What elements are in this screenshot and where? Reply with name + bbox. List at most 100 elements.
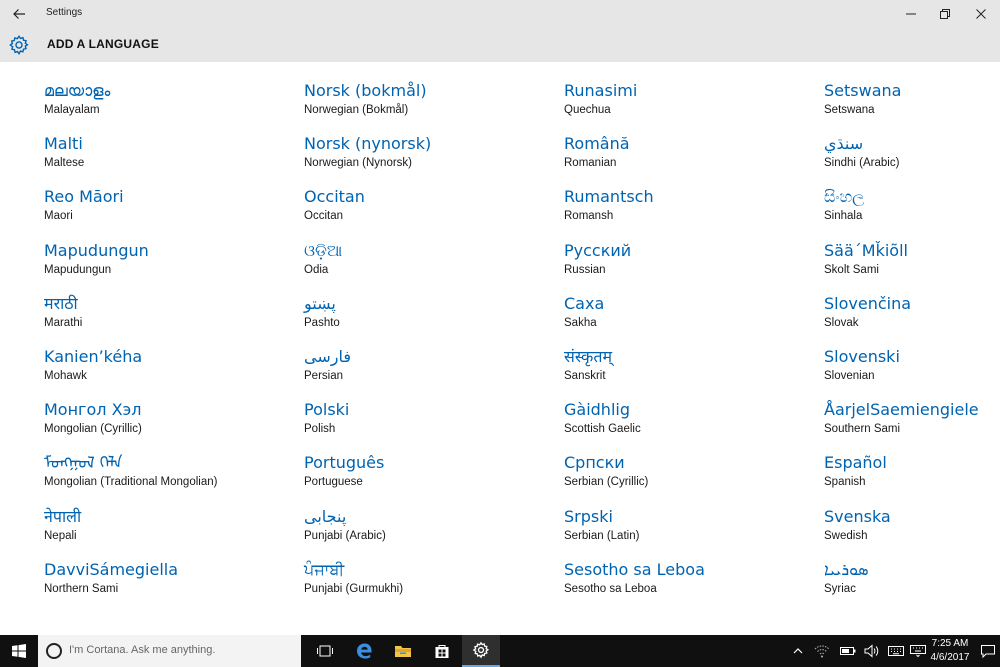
language-grid: മലയാളം Malayalam Malti Maltese Reo Māori Ma… [44, 80, 984, 620]
language-native-name: Русский [564, 240, 632, 260]
language-native-name: ᠮᠣᠩᠭᠣᠯ ᠬᠡᠯᠡ [44, 453, 123, 473]
action-center-button[interactable] [975, 635, 1000, 667]
network-button[interactable] [814, 643, 830, 659]
taskbar: I'm Cortana. Ask me anything. 7:25 AM 4/… [0, 635, 1000, 667]
start-button[interactable] [0, 635, 38, 667]
language-native-name: Саха [564, 293, 605, 313]
input-indicator-button[interactable] [888, 643, 904, 659]
language-native-name: Occitan [304, 187, 365, 207]
language-english-name: Persian [304, 369, 343, 382]
language-item[interactable]: Runasimi Quechua [564, 80, 824, 133]
settings-taskbar-button[interactable] [462, 635, 500, 667]
language-item[interactable]: Slovenčina Slovak [824, 293, 984, 346]
language-item[interactable]: پښتو Pashto [304, 293, 564, 346]
cortana-search-box[interactable]: I'm Cortana. Ask me anything. [38, 635, 301, 667]
language-item[interactable]: සිංහල Sinhala [824, 186, 984, 239]
language-item[interactable]: Setswana Setswana [824, 80, 984, 133]
language-english-name: Spanish [824, 476, 866, 489]
touch-keyboard-button[interactable] [910, 643, 926, 659]
language-english-name: Serbian (Latin) [564, 529, 640, 542]
restore-button[interactable] [926, 0, 964, 28]
language-native-name: پنجابی [304, 506, 347, 526]
language-native-name: Rumantsch [564, 187, 654, 207]
language-native-name: Slovenčina [824, 293, 912, 313]
language-item[interactable]: ଓଡ଼ିଆ Odia [304, 240, 564, 293]
battery-icon [840, 647, 856, 655]
language-item[interactable]: Gàidhlig Scottish Gaelic [564, 399, 824, 452]
language-english-name: Maori [44, 210, 73, 223]
language-english-name: Nepali [44, 529, 77, 542]
language-item[interactable]: മലയാളം Malayalam [44, 80, 304, 133]
language-english-name: Quechua [564, 104, 611, 116]
search-placeholder: I'm Cortana. Ask me anything. [69, 644, 216, 656]
close-button[interactable] [962, 0, 1000, 28]
restore-icon [940, 9, 950, 19]
language-item[interactable]: Саха Sakha [564, 293, 824, 346]
language-item[interactable]: Norsk (bokmål) Norwegian (Bokmål) [304, 80, 564, 133]
language-item[interactable]: Slovenski Slovenian [824, 346, 984, 399]
language-item[interactable]: Svenska Swedish [824, 506, 984, 559]
language-native-name: Português [304, 453, 385, 473]
language-item[interactable]: Монгол Хэл Mongolian (Cyrillic) [44, 399, 304, 452]
language-item[interactable]: Русский Russian [564, 240, 824, 293]
language-item[interactable]: ܣܘܪܝܝܐ Syriac [824, 559, 984, 612]
language-item[interactable]: Mapudungun Mapudungun [44, 240, 304, 293]
language-item[interactable]: Sesotho sa Leboa Sesotho sa Leboa [564, 559, 824, 612]
gear-icon [472, 641, 490, 659]
file-explorer-button[interactable] [384, 635, 422, 667]
language-item[interactable]: سنڌي Sindhi (Arabic) [824, 133, 984, 186]
language-item[interactable]: Español Spanish [824, 452, 984, 505]
clock-date: 4/6/2017 [930, 652, 970, 663]
language-item[interactable]: Português Portuguese [304, 452, 564, 505]
back-arrow-icon [13, 9, 25, 19]
store-button[interactable] [423, 635, 461, 667]
language-item[interactable]: Rumantsch Romansh [564, 186, 824, 239]
language-native-name: संस्कृतम् [564, 346, 613, 366]
language-item[interactable]: Occitan Occitan [304, 186, 564, 239]
edge-icon [357, 643, 372, 659]
language-item[interactable]: ÅarjelSaemiengiele Southern Sami [824, 399, 984, 452]
language-english-name: Occitan [304, 210, 343, 223]
language-english-name: Swedish [824, 529, 868, 542]
language-native-name: Монгол Хэл [44, 400, 142, 420]
tray-overflow-button[interactable] [790, 643, 806, 659]
task-view-button[interactable] [306, 635, 344, 667]
language-item[interactable]: Reo Māori Maori [44, 186, 304, 239]
language-item[interactable]: Sää´Mǩiõll Skolt Sami [824, 240, 984, 293]
taskbar-clock[interactable]: 7:25 AM 4/6/2017 [928, 637, 972, 665]
language-item[interactable]: Српски Serbian (Cyrillic) [564, 452, 824, 505]
edge-button[interactable] [345, 635, 383, 667]
language-item[interactable]: नेपाली Nepali [44, 506, 304, 559]
language-english-name: Skolt Sami [824, 263, 879, 276]
minimize-button[interactable] [892, 0, 930, 28]
language-item[interactable]: Polski Polish [304, 399, 564, 452]
battery-button[interactable] [840, 643, 856, 659]
language-item[interactable]: संस्कृतम् Sanskrit [564, 346, 824, 399]
back-button[interactable] [0, 0, 38, 28]
language-english-name: Sakha [564, 316, 597, 329]
language-english-name: Odia [304, 263, 329, 276]
language-native-name: नेपाली [44, 506, 82, 526]
windows-logo-icon [12, 644, 26, 658]
language-native-name: ÅarjelSaemiengiele [824, 400, 979, 420]
language-item[interactable]: मराठी Marathi [44, 293, 304, 346]
language-native-name: සිංහල [824, 187, 865, 207]
folder-icon [395, 646, 411, 657]
language-native-name: Kanien’kéha [44, 346, 143, 366]
language-native-name: Reo Māori [44, 187, 124, 207]
language-item[interactable]: Srpski Serbian (Latin) [564, 506, 824, 559]
language-native-name: DavviSámegiella [44, 559, 179, 579]
language-item[interactable]: فارسی Persian [304, 346, 564, 399]
language-english-name: Romansh [564, 210, 614, 223]
language-item[interactable]: ᠮᠣᠩᠭᠣᠯ ᠬᠡᠯᠡ Mongolian (Traditional Mongol… [44, 452, 304, 505]
language-item[interactable]: Norsk (nynorsk) Norwegian (Nynorsk) [304, 133, 564, 186]
volume-button[interactable] [864, 643, 880, 659]
language-item[interactable]: ਪੰਜਾਬੀ Punjabi (Gurmukhi) [304, 559, 564, 612]
language-item[interactable]: Română Romanian [564, 133, 824, 186]
language-item[interactable]: Kanien’kéha Mohawk [44, 346, 304, 399]
language-item[interactable]: پنجابی Punjabi (Arabic) [304, 506, 564, 559]
task-view-icon [317, 645, 333, 657]
language-item[interactable]: Malti Maltese [44, 133, 304, 186]
language-item[interactable]: DavviSámegiella Northern Sami [44, 559, 304, 612]
language-native-name: Polski [304, 400, 350, 420]
